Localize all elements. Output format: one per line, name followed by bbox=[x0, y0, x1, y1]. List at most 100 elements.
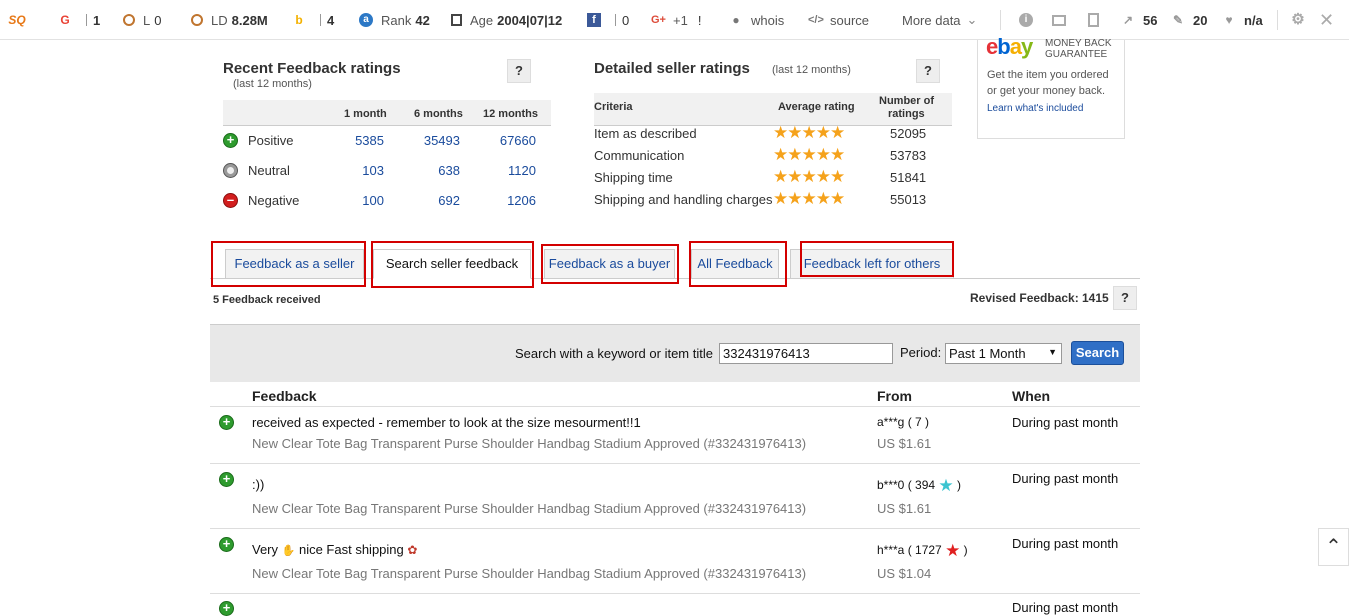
rose-icon: ✿ bbox=[407, 543, 418, 557]
gplus-label: +1 bbox=[673, 12, 688, 28]
feedback-when: During past month bbox=[1012, 471, 1119, 486]
turquoise-star-icon: ★ bbox=[938, 476, 954, 495]
period-label: Period: bbox=[900, 345, 942, 360]
external-link-icon: ↗ bbox=[1122, 13, 1134, 27]
neutral-label: Neutral bbox=[248, 163, 290, 178]
edit-item[interactable]: ✎ 20 bbox=[1171, 0, 1208, 40]
detailed-ratings-title: Detailed seller ratings bbox=[594, 60, 750, 77]
rank-item[interactable]: a Rank 42 bbox=[359, 0, 430, 40]
seoquake-logo[interactable]: SQ bbox=[8, 0, 34, 40]
dropdown-arrow-icon: ▼ bbox=[1048, 347, 1057, 357]
from-username: b***0 bbox=[877, 478, 905, 492]
linking-domains-item[interactable]: LD 8.28M bbox=[191, 0, 268, 40]
settings-button[interactable]: ⚙ bbox=[1291, 0, 1313, 40]
highlight-box bbox=[800, 241, 954, 277]
close-toolbar-button[interactable]: ✕ bbox=[1319, 0, 1341, 40]
recent-ratings-header: 1 month 6 months 12 months bbox=[223, 100, 551, 126]
criteria-communication: Communication bbox=[594, 148, 685, 163]
col-feedback: Feedback bbox=[252, 388, 317, 404]
linking-domains-label: LD bbox=[211, 12, 228, 28]
feedback-item-link[interactable]: New Clear Tote Bag Transparent Purse Sho… bbox=[252, 501, 806, 516]
revised-feedback-value: 1415 bbox=[1082, 291, 1109, 305]
guarantee-badge-line2: GUARANTEE bbox=[1045, 49, 1108, 60]
feedback-received-count: 5 Feedback received bbox=[213, 294, 321, 306]
more-data-dropdown[interactable]: More data ⌄ bbox=[902, 0, 977, 40]
bing-index-item[interactable]: b 4 bbox=[292, 0, 334, 40]
negative-label: Negative bbox=[248, 193, 300, 208]
seo-toolbar: SQ G 1 L 0 LD 8.28M b 4 a Rank 42 Age 20… bbox=[0, 0, 1349, 40]
report-button[interactable] bbox=[1088, 0, 1107, 40]
guarantee-learn-link[interactable]: Learn what's included bbox=[987, 103, 1083, 114]
age-item[interactable]: Age 2004|07|12 bbox=[451, 0, 562, 40]
bing-index-value: 4 bbox=[327, 12, 335, 28]
gplus-item[interactable]: G+ +1 ! bbox=[651, 0, 701, 40]
whois-link[interactable]: ● whois bbox=[729, 0, 784, 40]
neutral-12-months[interactable]: 1120 bbox=[475, 163, 536, 178]
col-12-months: 12 months bbox=[483, 108, 539, 120]
google-index-item[interactable]: G 1 bbox=[58, 0, 100, 40]
source-label: source bbox=[830, 12, 870, 28]
age-value: 2004|07|12 bbox=[497, 12, 563, 28]
scroll-to-top-button[interactable]: ⌃ bbox=[1318, 528, 1349, 566]
links-ring-icon bbox=[123, 14, 135, 26]
highlight-box bbox=[371, 241, 534, 288]
rating-stars-icon: ★★★★★ bbox=[773, 189, 845, 208]
seoquake-logo-icon: SQ bbox=[8, 13, 26, 27]
from-username: h***a bbox=[877, 543, 905, 557]
feedback-price: US $1.04 bbox=[877, 566, 932, 581]
col-criteria: Criteria bbox=[594, 101, 633, 113]
health-item[interactable]: ♥ n/a bbox=[1222, 0, 1262, 40]
search-button[interactable]: Search bbox=[1071, 341, 1124, 365]
source-link[interactable]: </> source bbox=[808, 0, 869, 40]
table-header bbox=[210, 382, 1140, 407]
positive-icon bbox=[219, 414, 234, 430]
guarantee-text-line2: or get your money back. bbox=[987, 85, 1106, 97]
facebook-likes-item[interactable]: f 0 bbox=[587, 0, 629, 40]
positive-icon bbox=[219, 600, 234, 616]
highlight-box bbox=[689, 241, 787, 287]
highlight-box bbox=[541, 244, 679, 284]
negative-12-months[interactable]: 1206 bbox=[475, 193, 536, 208]
detailed-ratings-help-button[interactable]: ? bbox=[916, 59, 940, 83]
positive-6-months[interactable]: 35493 bbox=[400, 133, 460, 148]
feedback-from-user[interactable]: a***g ( 7 ) bbox=[877, 415, 929, 429]
rating-stars-icon: ★★★★★ bbox=[773, 123, 845, 142]
rank-label: Rank bbox=[381, 12, 412, 28]
links-item[interactable]: L 0 bbox=[123, 0, 161, 40]
feedback-item-link[interactable]: New Clear Tote Bag Transparent Purse Sho… bbox=[252, 436, 806, 451]
links-value: 0 bbox=[154, 12, 162, 28]
neutral-6-months[interactable]: 638 bbox=[400, 163, 460, 178]
positive-label: Positive bbox=[248, 133, 294, 148]
close-icon: ✕ bbox=[1319, 10, 1335, 30]
edit-icon: ✎ bbox=[1172, 13, 1184, 27]
monitor-button[interactable] bbox=[1052, 0, 1074, 40]
table-row bbox=[210, 464, 1140, 529]
feedback-item-link[interactable]: New Clear Tote Bag Transparent Purse Sho… bbox=[252, 566, 806, 581]
linking-domains-ring-icon bbox=[191, 14, 203, 26]
positive-icon bbox=[219, 471, 234, 487]
positive-1-month[interactable]: 5385 bbox=[330, 133, 384, 148]
recent-ratings-help-button[interactable]: ? bbox=[507, 59, 531, 83]
facebook-likes-value: 0 bbox=[622, 12, 630, 28]
feedback-from-user[interactable]: b***0 ( 394 ★ ) bbox=[877, 476, 961, 496]
semrush-icon: a bbox=[359, 13, 373, 27]
negative-1-month[interactable]: 100 bbox=[330, 193, 384, 208]
negative-6-months[interactable]: 692 bbox=[400, 193, 460, 208]
info-icon: i bbox=[1019, 13, 1033, 27]
positive-12-months[interactable]: 67660 bbox=[475, 133, 536, 148]
feedback-from-user[interactable]: h***a ( 1727 ★ ) bbox=[877, 541, 968, 561]
period-select[interactable]: Past 1 Month ▼ bbox=[945, 343, 1062, 364]
col-from: From bbox=[877, 388, 912, 404]
neutral-1-month[interactable]: 103 bbox=[330, 163, 384, 178]
from-score: 394 bbox=[915, 478, 936, 492]
facebook-icon: f bbox=[587, 13, 601, 27]
count-item-as-described: 52095 bbox=[890, 126, 927, 141]
external-links-item[interactable]: ↗ 56 bbox=[1121, 0, 1158, 40]
col-6-months: 6 months bbox=[414, 108, 463, 120]
revised-feedback-help-button[interactable]: ? bbox=[1113, 286, 1137, 310]
search-input[interactable] bbox=[719, 343, 893, 364]
red-star-icon: ★ bbox=[945, 541, 961, 560]
edit-count: 20 bbox=[1193, 12, 1208, 28]
feedback-comment: Very ✋ nice Fast shipping ✿ bbox=[252, 542, 417, 557]
positive-icon bbox=[223, 132, 238, 148]
